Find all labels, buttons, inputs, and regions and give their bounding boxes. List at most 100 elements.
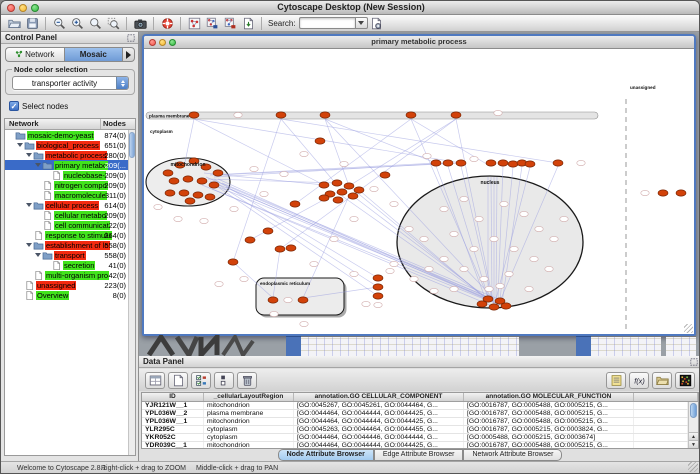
annotation-icon[interactable] — [221, 16, 239, 31]
tab-node-attribute-browser[interactable]: Node Attribute Browser — [278, 449, 374, 461]
network-node[interactable] — [460, 266, 468, 271]
table-row[interactable]: YPL036W__1mitochondrion[GO:0044464, GO:0… — [142, 418, 688, 426]
network-overview-icon[interactable] — [185, 16, 203, 31]
network-node[interactable] — [250, 166, 258, 171]
network-node-selected-color[interactable] — [406, 112, 416, 118]
table-column-header[interactable]: annotation.GO MOLECULAR_FUNCTION — [464, 393, 634, 401]
scroll-down-icon[interactable]: ▼ — [689, 440, 698, 448]
network-node[interactable] — [240, 276, 248, 281]
select-all-attributes-icon[interactable] — [145, 372, 165, 389]
table-row[interactable]: YDR039C__1mitochondrion[GO:0044464, GO:0… — [142, 442, 688, 449]
app-resize-grip[interactable] — [688, 462, 698, 472]
tree-row[interactable]: metabolic process280(0) — [5, 150, 128, 160]
tree-row[interactable]: transport558(0) — [5, 250, 128, 260]
network-node[interactable] — [525, 286, 533, 291]
save-icon[interactable] — [23, 16, 41, 31]
network-node-selected-color[interactable] — [245, 237, 255, 243]
network-node-selected-color[interactable] — [337, 189, 347, 195]
network-node[interactable] — [430, 288, 438, 293]
network-node[interactable] — [390, 261, 398, 266]
tree-scrollbar[interactable] — [128, 130, 135, 455]
zoom-fit-icon[interactable] — [86, 16, 104, 31]
network-node-selected-color[interactable] — [332, 180, 342, 186]
search-dropdown-arrow-icon[interactable] — [355, 17, 368, 29]
network-window-resize-grip[interactable] — [684, 324, 693, 333]
table-column-header[interactable]: annotation.GO CELLULAR_COMPONENT — [294, 393, 464, 401]
help-ring-icon[interactable] — [158, 16, 176, 31]
select-nodes-checkbox[interactable]: ✓ — [9, 101, 19, 111]
tree-col-network[interactable]: Network — [5, 119, 101, 129]
network-node-selected-color[interactable] — [268, 297, 278, 303]
delete-attribute-icon[interactable] — [237, 372, 257, 389]
network-node[interactable] — [340, 161, 348, 166]
tree-row[interactable]: establishment of lo558(0) — [5, 240, 128, 250]
background-window-fragment[interactable] — [286, 336, 301, 356]
disclosure-triangle-icon[interactable] — [25, 240, 33, 250]
float-panel-icon[interactable] — [127, 34, 135, 42]
network-edge[interactable] — [295, 119, 411, 204]
network-node-selected-color[interactable] — [333, 197, 343, 203]
network-node[interactable] — [440, 206, 448, 211]
network-node[interactable] — [535, 226, 543, 231]
network-node-selected-color[interactable] — [286, 245, 296, 251]
network-node-selected-color[interactable] — [508, 161, 518, 167]
unselect-attributes-icon[interactable] — [214, 372, 234, 389]
network-node[interactable] — [280, 171, 288, 176]
network-node-selected-color[interactable] — [443, 160, 453, 166]
tree-row[interactable]: cell communicat22(0) — [5, 220, 128, 230]
network-node[interactable] — [284, 297, 292, 302]
network-node[interactable] — [460, 196, 468, 201]
network-node[interactable] — [500, 201, 508, 206]
tab-network[interactable]: Network — [5, 47, 64, 62]
network-node-selected-color[interactable] — [275, 246, 285, 252]
network-canvas[interactable]: plasma membranecytoplasmmitochondrionnuc… — [144, 49, 694, 334]
network-node[interactable] — [390, 201, 398, 206]
tree-scrollbar-thumb[interactable] — [129, 132, 135, 158]
network-node[interactable] — [174, 216, 182, 221]
network-node[interactable] — [270, 311, 278, 316]
tree-row[interactable]: cellular process614(0) — [5, 200, 128, 210]
network-node-selected-color[interactable] — [189, 112, 199, 118]
network-node-selected-color[interactable] — [290, 201, 300, 207]
snapshot-icon[interactable] — [131, 16, 149, 31]
network-node[interactable] — [310, 261, 318, 266]
table-column-header[interactable]: _cellularLayoutRegion — [204, 393, 294, 401]
tree-row[interactable]: nucleobase-209(0) — [5, 170, 128, 180]
network-node[interactable] — [423, 153, 431, 158]
background-window-fragment[interactable] — [666, 336, 696, 356]
network-node[interactable] — [505, 271, 513, 276]
network-node-selected-color[interactable] — [169, 178, 179, 184]
table-row[interactable]: YKR052Ccytoplasm[GO:0044464, GO:0044446,… — [142, 434, 688, 442]
disclosure-triangle-icon[interactable] — [34, 160, 42, 170]
network-node-selected-color[interactable] — [344, 183, 354, 189]
table-scrollbar-thumb[interactable] — [690, 403, 697, 418]
network-node-selected-color[interactable] — [553, 160, 563, 166]
network-node-selected-color[interactable] — [676, 190, 686, 196]
network-node[interactable] — [350, 216, 358, 221]
network-node[interactable] — [560, 216, 568, 221]
table-row[interactable]: YJR121W__1mitochondrion[GO:0045267, GO:0… — [142, 402, 688, 410]
search-input[interactable] — [299, 17, 355, 29]
scroll-up-icon[interactable]: ▲ — [689, 432, 698, 440]
network-node-selected-color[interactable] — [183, 176, 193, 182]
open-file-icon[interactable] — [5, 16, 23, 31]
network-node[interactable] — [450, 231, 458, 236]
network-node-selected-color[interactable] — [319, 182, 329, 188]
network-node[interactable] — [510, 246, 518, 251]
disclosure-triangle-icon[interactable] — [25, 200, 33, 210]
tree-row[interactable]: nitrogen compo209(0) — [5, 180, 128, 190]
network-node[interactable] — [480, 276, 488, 281]
network-node[interactable] — [641, 190, 649, 195]
network-node[interactable] — [330, 236, 338, 241]
plasma-membrane-region[interactable] — [146, 112, 598, 119]
tree-row[interactable]: primary metabo209(... — [5, 160, 128, 170]
node-color-dropdown[interactable]: transporter activity — [12, 76, 129, 90]
select-attributes-icon[interactable] — [191, 372, 211, 389]
network-node[interactable] — [520, 211, 528, 216]
network-node-selected-color[interactable] — [276, 112, 286, 118]
network-node[interactable] — [475, 216, 483, 221]
tab-edge-attribute-browser[interactable]: Edge Attribute Browser — [374, 449, 464, 461]
zoom-in-icon[interactable] — [68, 16, 86, 31]
network-node-selected-color[interactable] — [456, 160, 466, 166]
network-node[interactable] — [545, 266, 553, 271]
